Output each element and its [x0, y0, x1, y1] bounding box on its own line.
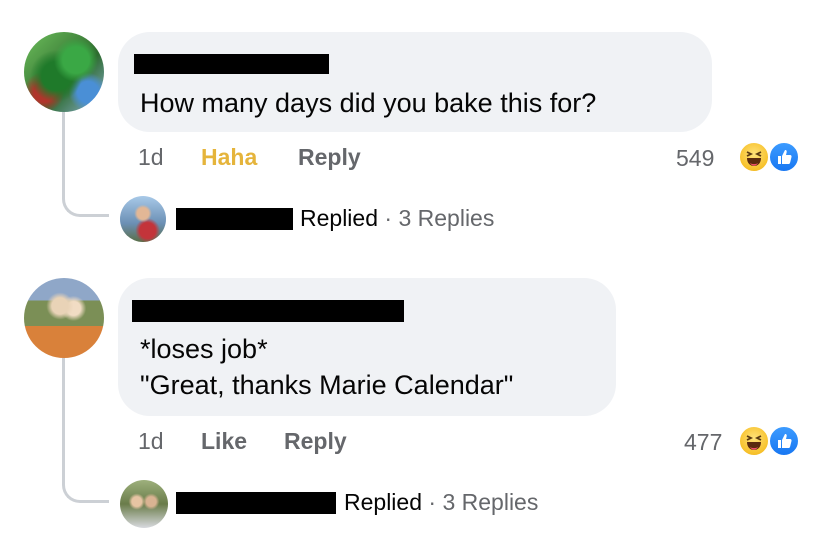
replied-status: Replied — [344, 489, 422, 515]
replier-avatar[interactable] — [120, 480, 168, 528]
like-button[interactable]: Like — [201, 428, 247, 455]
like-thumb-icon — [768, 141, 800, 173]
commenter-avatar[interactable] — [24, 278, 104, 358]
thread-connector — [62, 464, 109, 503]
redacted-replier-name — [176, 492, 336, 514]
haha-emoji-icon — [738, 425, 770, 457]
thread-line — [62, 112, 65, 182]
comment-bubble: How many days did you bake this for? — [118, 32, 712, 132]
comment-bubble: *loses job* "Great, thanks Marie Calenda… — [118, 278, 616, 416]
reaction-summary[interactable] — [738, 140, 804, 174]
redacted-replier-name — [176, 208, 293, 230]
like-thumb-icon — [768, 425, 800, 457]
reply-separator: · — [384, 205, 393, 231]
comment-timestamp[interactable]: 1d — [138, 144, 164, 171]
haha-reaction-button[interactable]: Haha — [201, 144, 257, 171]
comment-text: How many days did you bake this for? — [140, 88, 597, 118]
replier-avatar[interactable] — [120, 196, 166, 242]
thread-line — [62, 358, 65, 468]
reaction-count[interactable]: 477 — [684, 429, 722, 456]
reaction-summary[interactable] — [738, 424, 804, 458]
reply-count: 3 Replies — [398, 205, 495, 231]
thread-connector — [62, 178, 109, 217]
haha-emoji-icon — [738, 141, 770, 173]
replied-status: Replied — [300, 205, 378, 231]
reply-summary-link[interactable]: Replied · 3 Replies — [344, 489, 538, 516]
reply-separator: · — [428, 489, 437, 515]
reply-button[interactable]: Reply — [298, 144, 361, 171]
commenter-avatar[interactable] — [24, 32, 104, 112]
comment-text-line: "Great, thanks Marie Calendar" — [140, 370, 514, 400]
reply-count: 3 Replies — [442, 489, 539, 515]
redacted-author-name — [134, 54, 329, 74]
comment-text-line: *loses job* — [140, 334, 268, 364]
redacted-author-name — [132, 300, 404, 322]
reaction-count[interactable]: 549 — [676, 145, 714, 172]
reply-button[interactable]: Reply — [284, 428, 347, 455]
reply-summary-link[interactable]: Replied · 3 Replies — [300, 205, 494, 232]
comment-timestamp[interactable]: 1d — [138, 428, 164, 455]
